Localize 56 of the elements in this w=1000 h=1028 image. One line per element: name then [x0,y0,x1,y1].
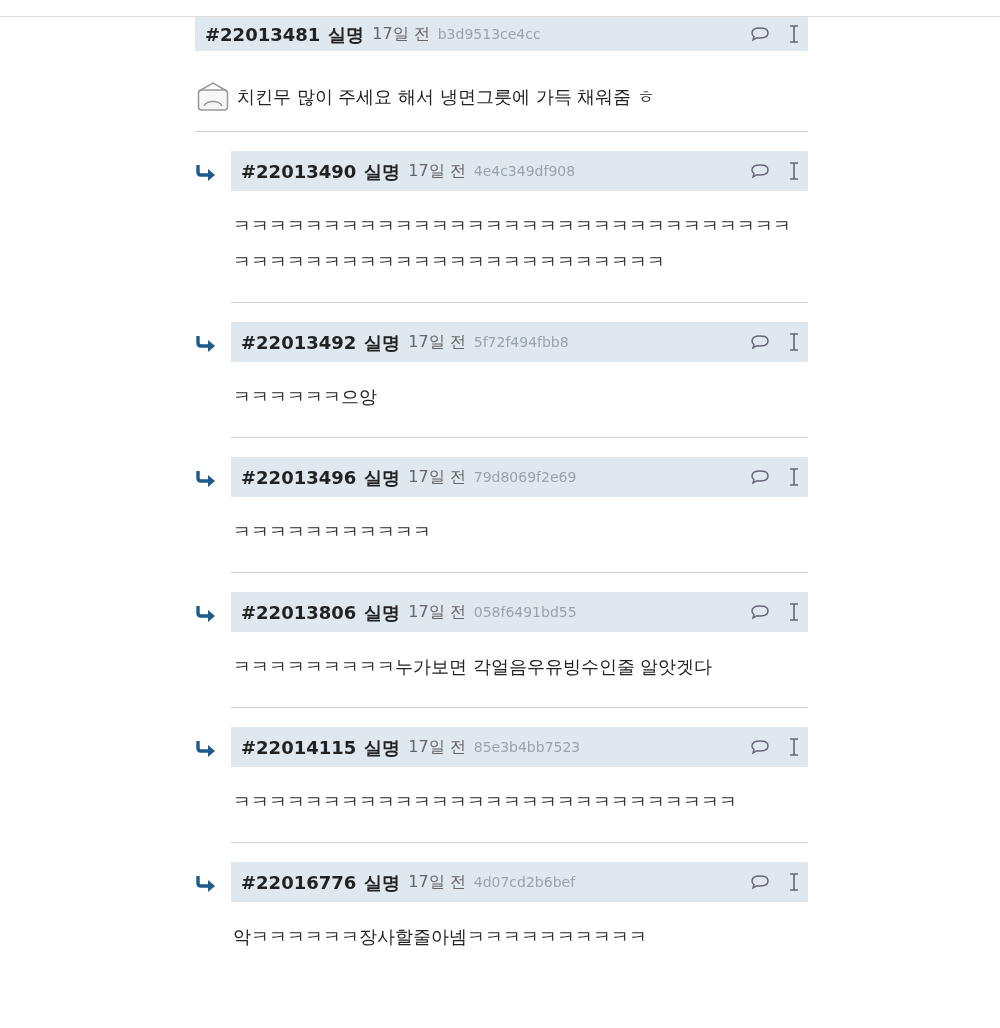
comment-time: 17일 전 [408,871,466,893]
comment-text: ㅋㅋㅋㅋㅋㅋ으앙 [232,385,378,409]
comment-text: ㅋㅋㅋㅋㅋㅋㅋㅋㅋ누가보면 각얼음우유빙수인줄 알앗겟다 [232,655,714,679]
comment-number: #22014115 [241,735,357,760]
text-cursor-icon[interactable] [788,467,800,487]
comment-icon[interactable] [750,334,770,350]
user-hash: 4e4c349df908 [473,161,576,181]
reply-arrow-icon [195,336,217,352]
comment-number: #22016776 [241,870,357,895]
user-hash: b3d9513ce4cc [437,24,541,44]
author-name: 실명 [364,330,401,355]
author-name: 실명 [364,159,401,184]
user-hash: 5f72f494fbb8 [473,332,569,352]
comment-time: 17일 전 [408,601,466,623]
image-icon [197,82,229,112]
comment-time: 17일 전 [372,23,430,45]
author-name: 실명 [364,600,401,625]
comment-number: #22013490 [241,159,357,184]
reply-arrow-icon [195,606,217,622]
author-name: 실명 [364,465,401,490]
comment-icon[interactable] [750,604,770,620]
user-hash: 79d8069f2e69 [473,467,577,487]
comment-time: 17일 전 [408,160,466,182]
comment-icon[interactable] [750,26,770,42]
text-cursor-icon[interactable] [788,161,800,181]
comment-icon[interactable] [750,163,770,179]
reply-arrow-icon [195,876,217,892]
comment-time: 17일 전 [408,736,466,758]
comment-icon[interactable] [750,469,770,485]
comment-time: 17일 전 [408,331,466,353]
reply-arrow-icon [195,471,217,487]
user-hash: 058f6491bd55 [473,602,577,622]
comment-number: #22013481 [205,22,321,47]
text-cursor-icon[interactable] [788,602,800,622]
comment-text: ㅋㅋㅋㅋㅋㅋㅋㅋㅋㅋㅋㅋㅋㅋㅋㅋㅋㅋㅋㅋㅋㅋㅋㅋㅋㅋㅋㅋ [232,790,738,814]
reply-arrow-icon [195,165,217,181]
text-cursor-icon[interactable] [788,737,800,757]
author-name: 실명 [328,22,365,47]
comment-time: 17일 전 [408,466,466,488]
comment-icon[interactable] [750,739,770,755]
comment-text: 악ㅋㅋㅋㅋㅋㅋ장사할줄아넴ㅋㅋㅋㅋㅋㅋㅋㅋㅋㅋ [232,925,648,949]
text-cursor-icon[interactable] [788,24,800,44]
reply-arrow-icon [195,741,217,757]
text-cursor-icon[interactable] [788,332,800,352]
comment-number: #22013496 [241,465,357,490]
comment-text: ㅋㅋㅋㅋㅋㅋㅋㅋㅋㅋㅋㅋㅋㅋㅋㅋㅋㅋㅋㅋㅋㅋㅋㅋㅋㅋㅋㅋㅋㅋㅋㅋㅋㅋㅋㅋㅋㅋㅋㅋㅋㅋㅋㅋㅋㅋㅋㅋㅋㅋㅋㅋㅋㅋㅋ [232,214,792,274]
comment-icon[interactable] [750,874,770,890]
comment-number: #22013806 [241,600,357,625]
comment-text: 치킨무 많이 주세요 해서 냉면그릇에 가득 채워줌 ㅎ [237,85,656,109]
comment-text: ㅋㅋㅋㅋㅋㅋㅋㅋㅋㅋㅋ [232,520,432,544]
user-hash: 85e3b4bb7523 [473,737,581,757]
author-name: 실명 [364,870,401,895]
author-name: 실명 [364,735,401,760]
user-hash: 4d07cd2b6bef [473,872,576,892]
text-cursor-icon[interactable] [788,872,800,892]
comment-number: #22013492 [241,330,357,355]
